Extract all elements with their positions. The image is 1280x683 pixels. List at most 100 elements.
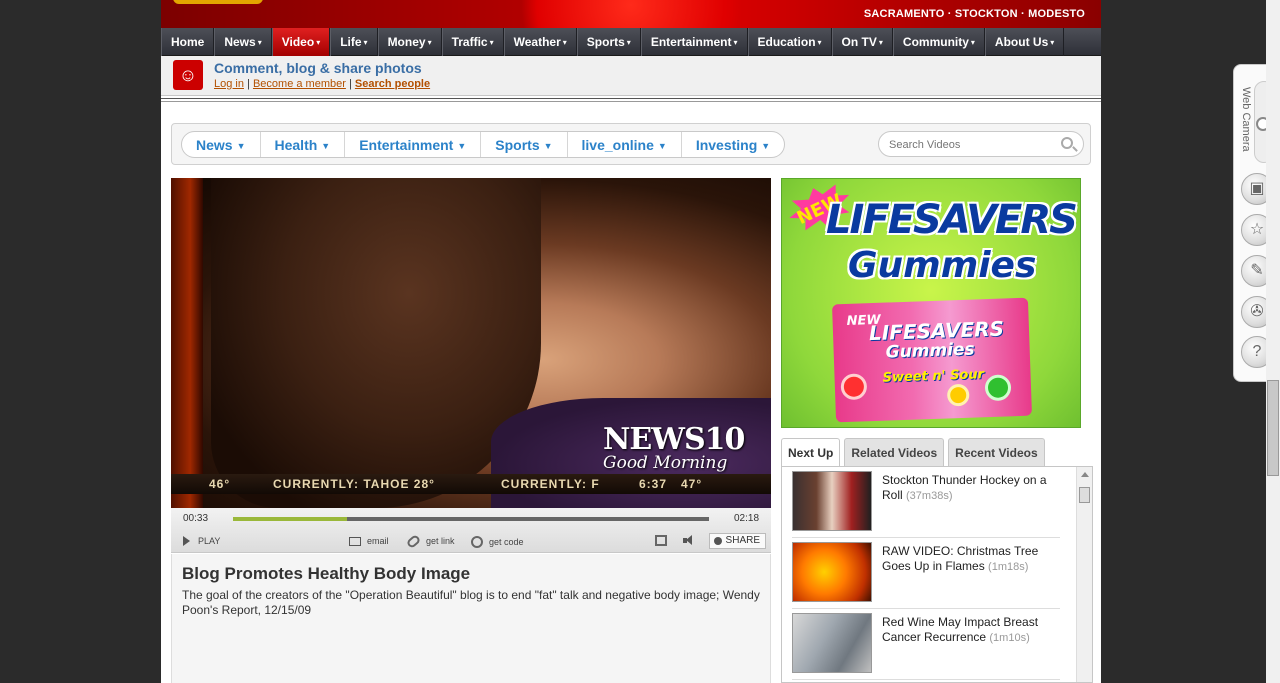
scroll-thumb[interactable] bbox=[1079, 487, 1090, 503]
triangle-down-icon: ▼ bbox=[761, 141, 771, 151]
caret-down-icon: ▾ bbox=[733, 38, 738, 47]
list-item-title[interactable]: Red Wine May Impact Breast Cancer Recurr… bbox=[882, 615, 1060, 646]
ad-brand-line2: Gummies bbox=[848, 245, 1037, 286]
candy-icon bbox=[840, 373, 868, 401]
ad-brand-line1: LIFESAVERS bbox=[826, 197, 1078, 243]
list-item[interactable]: RAW VIDEO: Christmas Tree Goes Up in Fla… bbox=[792, 538, 1060, 609]
caret-down-icon: ▾ bbox=[626, 38, 631, 47]
nav-item-home[interactable]: Home bbox=[161, 28, 215, 56]
video-title: Blog Promotes Healthy Body Image bbox=[182, 564, 471, 583]
nav-item-video[interactable]: Video ▾ bbox=[271, 28, 331, 56]
pack-gummies: Gummies bbox=[885, 339, 975, 363]
video-thumbnail[interactable] bbox=[792, 542, 872, 602]
candy-icon bbox=[946, 383, 970, 407]
video-frame-edge bbox=[171, 178, 203, 508]
video-thumbnail[interactable] bbox=[792, 613, 872, 673]
play-label: PLAY bbox=[198, 536, 221, 546]
scroll-up-icon[interactable] bbox=[1081, 472, 1089, 477]
tab-next-up[interactable]: Next Up bbox=[781, 438, 841, 466]
login-link[interactable]: Log in bbox=[214, 78, 244, 90]
search-icon[interactable] bbox=[1061, 137, 1073, 149]
video-nav-bar: News ▼ Health ▼ Entertainment ▼ Sports ▼ liv… bbox=[171, 123, 1091, 165]
list-item-duration: (37m38s) bbox=[906, 490, 953, 502]
ticker-currently: CURRENTLY: F bbox=[501, 477, 600, 491]
candy-package: NEW LIFESAVERS Gummies Sweet n' Sour bbox=[832, 297, 1032, 423]
video-tab-live-online[interactable]: live_online ▼ bbox=[568, 132, 682, 157]
page-scroll-thumb[interactable] bbox=[1267, 380, 1279, 476]
header-swoosh-graphic bbox=[481, 0, 781, 28]
video-thumbnail[interactable] bbox=[792, 471, 872, 531]
nav-item-news[interactable]: News ▾ bbox=[214, 28, 272, 56]
get-code-button[interactable]: get code bbox=[471, 536, 524, 548]
search-people-link[interactable]: Search people bbox=[355, 78, 430, 90]
list-item-title[interactable]: RAW VIDEO: Christmas Tree Goes Up in Fla… bbox=[882, 544, 1060, 575]
video-tab-health[interactable]: Health ▼ bbox=[261, 132, 346, 157]
caret-down-icon: ▾ bbox=[427, 38, 432, 47]
video-tab-entertainment[interactable]: Entertainment ▼ bbox=[345, 132, 482, 157]
list-item[interactable]: Stockton Thunder Hockey on a Roll (37m38… bbox=[792, 467, 1060, 538]
main-nav: Home News ▾ Video ▾ Life ▾ Money ▾ Traffic ▾ … bbox=[161, 28, 1101, 56]
nav-item-about-us[interactable]: About Us ▾ bbox=[984, 28, 1065, 56]
progress-fill bbox=[233, 517, 348, 521]
code-icon bbox=[471, 536, 483, 548]
video-search-input[interactable] bbox=[889, 137, 1059, 153]
nav-item-education[interactable]: Education ▾ bbox=[747, 28, 832, 56]
triangle-down-icon: ▼ bbox=[236, 141, 246, 151]
video-tab-sports[interactable]: Sports ▼ bbox=[481, 132, 568, 157]
play-button[interactable]: PLAY bbox=[183, 536, 220, 546]
triangle-down-icon: ▼ bbox=[657, 141, 667, 151]
advertisement[interactable]: NEW LIFESAVERS Gummies NEW LIFESAVERS Gu… bbox=[781, 178, 1081, 428]
caret-down-icon: ▾ bbox=[562, 38, 567, 47]
fullscreen-icon[interactable] bbox=[655, 535, 667, 546]
list-item-title[interactable]: Stockton Thunder Hockey on a Roll (37m38… bbox=[882, 473, 1060, 504]
nav-item-life[interactable]: Life ▾ bbox=[330, 28, 378, 56]
caret-down-icon: ▾ bbox=[817, 38, 822, 47]
video-info: Blog Promotes Healthy Body Image The goa… bbox=[171, 554, 771, 683]
nav-item-money[interactable]: Money ▾ bbox=[377, 28, 442, 56]
video-description: The goal of the creators of the "Operati… bbox=[182, 588, 760, 617]
video-tab-investing[interactable]: Investing ▼ bbox=[682, 132, 784, 157]
tab-related-videos[interactable]: Related Videos bbox=[844, 438, 945, 466]
volume-icon[interactable] bbox=[683, 535, 697, 546]
cities-label: SACRAMENTO · STOCKTON · MODESTO bbox=[863, 8, 1085, 20]
email-button[interactable]: email bbox=[349, 536, 389, 546]
nav-item-traffic[interactable]: Traffic ▾ bbox=[441, 28, 504, 56]
caret-down-icon: ▾ bbox=[489, 38, 494, 47]
good-morning-text: Good Morning bbox=[603, 453, 728, 473]
duration-time: 02:18 bbox=[734, 513, 760, 524]
news10-logo-text: NEWS10 bbox=[603, 422, 745, 457]
share-button[interactable]: SHARE bbox=[709, 533, 766, 549]
nav-item-sports[interactable]: Sports ▾ bbox=[576, 28, 641, 56]
community-bar: ☺ Comment, blog & share photos Log in | … bbox=[161, 56, 1101, 96]
smiley-icon: ☺ bbox=[173, 60, 203, 90]
ticker-tahoe: CURRENTLY: TAHOE 28° bbox=[273, 477, 435, 491]
caret-down-icon: ▾ bbox=[316, 38, 321, 47]
tab-recent-videos[interactable]: Recent Videos bbox=[948, 438, 1045, 466]
video-player[interactable]: NEWS10 Good Morning 46° CURRENTLY: TAHOE… bbox=[171, 178, 771, 508]
station-logo[interactable] bbox=[173, 0, 263, 4]
caret-down-icon: ▾ bbox=[363, 38, 368, 47]
caret-down-icon: ▾ bbox=[1050, 38, 1055, 47]
video-tab-news[interactable]: News ▼ bbox=[182, 132, 261, 157]
playlist-scrollbar[interactable] bbox=[1076, 467, 1092, 682]
list-item[interactable]: Red Wine May Impact Breast Cancer Recurr… bbox=[792, 609, 1060, 680]
nav-item-weather[interactable]: Weather ▾ bbox=[503, 28, 577, 56]
triangle-down-icon: ▼ bbox=[457, 141, 467, 151]
link-icon bbox=[405, 533, 422, 549]
nav-item-community[interactable]: Community ▾ bbox=[892, 28, 985, 56]
page-scrollbar[interactable] bbox=[1266, 0, 1280, 683]
progress-bar[interactable] bbox=[233, 517, 709, 521]
elapsed-time: 00:33 bbox=[183, 513, 209, 524]
player-controls: 00:33 02:18 PLAY email get link get code… bbox=[171, 508, 771, 553]
nav-item-entertainment[interactable]: Entertainment ▾ bbox=[640, 28, 748, 56]
ticker-time: 6:37 bbox=[639, 477, 668, 491]
triangle-down-icon: ▼ bbox=[543, 141, 553, 151]
weather-ticker: 46° CURRENTLY: TAHOE 28° CURRENTLY: F 6:… bbox=[171, 474, 771, 494]
community-title: Comment, blog & share photos bbox=[214, 60, 422, 76]
caret-down-icon: ▾ bbox=[878, 38, 883, 47]
become-member-link[interactable]: Become a member bbox=[253, 78, 346, 90]
page: SACRAMENTO · STOCKTON · MODESTO Home New… bbox=[161, 0, 1101, 683]
video-search-box bbox=[878, 131, 1084, 157]
nav-item-on-tv[interactable]: On TV ▾ bbox=[831, 28, 893, 56]
get-link-button[interactable]: get link bbox=[405, 533, 455, 549]
